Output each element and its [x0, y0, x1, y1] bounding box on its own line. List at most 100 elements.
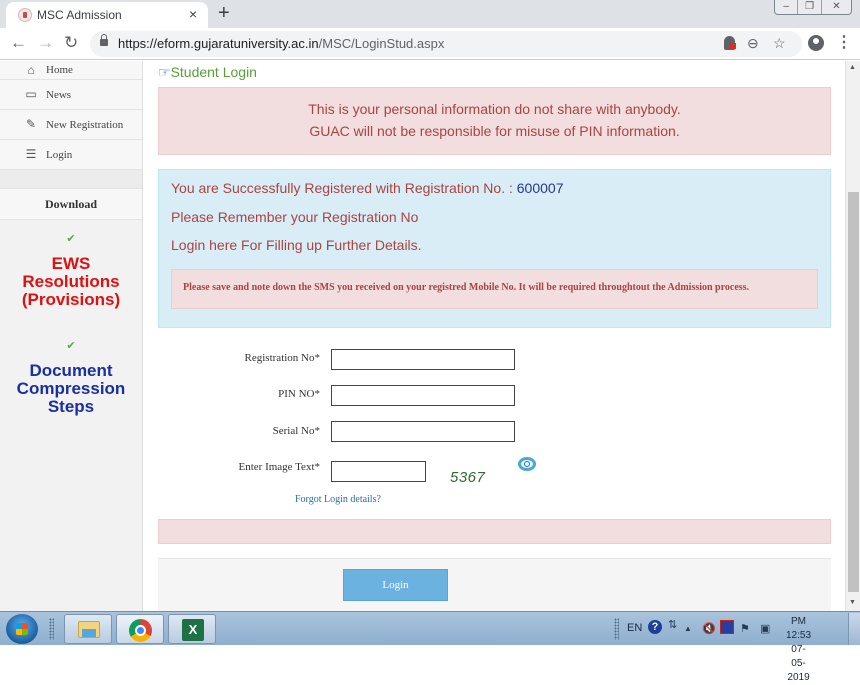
university-favicon-icon: [18, 8, 32, 22]
sidebar-item-label: Home: [46, 64, 73, 76]
show-desktop-button[interactable]: [848, 613, 860, 645]
page-title: ☞Student Login: [158, 64, 257, 81]
link-line: (Provisions): [21, 290, 121, 309]
sidebar-item-label: Login: [46, 148, 73, 161]
serial-no-input[interactable]: [331, 421, 515, 442]
minimize-button[interactable]: –: [775, 0, 799, 14]
page-viewport: ⌂ Home ▭ News ✎ New Registration ☰ Login…: [0, 61, 845, 611]
sidebar: ⌂ Home ▭ News ✎ New Registration ☰ Login…: [0, 61, 143, 611]
link-line: Resolutions: [22, 272, 120, 291]
back-button[interactable]: ←: [10, 34, 27, 52]
document-compression-link[interactable]: Document Compression Steps: [0, 362, 142, 416]
taskbar-chrome[interactable]: [116, 614, 164, 644]
home-icon: ⌂: [27, 62, 35, 77]
link-line: Steps: [47, 397, 95, 416]
page-scrollbar[interactable]: ▲ ▼: [845, 61, 860, 611]
close-window-button[interactable]: ✕: [822, 0, 851, 14]
zoom-icon[interactable]: ⊖: [747, 35, 759, 52]
url-path: /MSC/LoginStud.aspx: [318, 36, 445, 51]
chrome-icon: [129, 619, 152, 642]
success-line: You are Successfully Registered with Reg…: [171, 180, 818, 209]
url-host: https://eform.gujaratuniversity.ac.in: [118, 36, 319, 51]
sidebar-item-new-registration[interactable]: ✎ New Registration: [0, 110, 142, 140]
volume-muted-icon[interactable]: 🔇: [702, 622, 716, 635]
ews-resolutions-link[interactable]: EWS Resolutions (Provisions): [0, 255, 142, 309]
captcha-input[interactable]: [331, 461, 426, 482]
sidebar-item-label: News: [46, 88, 72, 101]
sms-note-alert: Please save and note down the SMS you re…: [171, 268, 818, 309]
sidebar-item-news[interactable]: ▭ News: [0, 80, 142, 110]
success-line: Login here For Filling up Further Detail…: [171, 237, 422, 253]
warning-line: This is your personal information do not…: [308, 101, 681, 117]
taskbar-grip: [49, 618, 54, 640]
url-input[interactable]: https://eform.gujaratuniversity.ac.in/MS…: [90, 31, 802, 57]
sidebar-item-login[interactable]: ☰ Login: [0, 140, 142, 170]
start-button[interactable]: [6, 614, 38, 644]
pointing-hand-icon: ☞: [158, 64, 171, 80]
blocked-content-icon[interactable]: [724, 36, 736, 50]
sidebar-item-home[interactable]: ⌂ Home: [0, 61, 142, 80]
pin-no-input[interactable]: [331, 385, 515, 406]
language-indicator[interactable]: EN: [627, 622, 642, 634]
monitor-icon: ▭: [25, 87, 37, 101]
taskbar-excel[interactable]: X: [168, 614, 216, 644]
form-footer: Login: [158, 558, 831, 611]
refresh-captcha-icon[interactable]: [518, 457, 536, 471]
sidebar-item-label: New Registration: [46, 118, 124, 131]
download-heading: Download: [0, 189, 142, 220]
list-icon: ☰: [25, 147, 37, 161]
bookmark-star-icon[interactable]: ☆: [773, 35, 786, 52]
taskbar-file-explorer[interactable]: [64, 614, 112, 644]
registration-success-alert: You are Successfully Registered with Reg…: [158, 169, 831, 328]
success-line-prefix: You are Successfully Registered with Reg…: [171, 180, 517, 196]
window-controls: – ❐ ✕: [774, 0, 852, 15]
check-icon: ✔: [66, 340, 76, 352]
success-line: Please Remember your Registration No: [171, 208, 419, 225]
page-title-text: Student Login: [170, 64, 257, 80]
clock-date: 07-05-2019: [787, 644, 810, 683]
address-bar: ← → ↻ https://eform.gujaratuniversity.ac…: [0, 28, 860, 60]
network-icon[interactable]: ⇅: [668, 618, 677, 631]
registration-no-input[interactable]: [331, 349, 515, 370]
forgot-login-link[interactable]: Forgot Login details?: [295, 494, 381, 505]
new-tab-button[interactable]: +: [218, 2, 230, 25]
tab-title: MSC Admission: [37, 8, 122, 22]
edit-icon: ✎: [25, 117, 37, 131]
app-tray-icon[interactable]: [720, 620, 734, 634]
reload-button[interactable]: ↻: [64, 34, 78, 52]
scroll-thumb[interactable]: [848, 192, 859, 592]
profile-avatar-icon[interactable]: [808, 35, 824, 51]
close-tab-icon[interactable]: ×: [189, 6, 197, 22]
login-button[interactable]: Login: [343, 569, 448, 601]
excel-icon: X: [182, 619, 204, 641]
action-center-flag-icon[interactable]: ⚑: [740, 622, 750, 635]
restore-button[interactable]: ❐: [798, 0, 822, 14]
help-icon[interactable]: ?: [648, 620, 662, 634]
check-icon: ✔: [66, 233, 76, 245]
scroll-down-arrow-icon[interactable]: ▼: [849, 599, 856, 606]
clock-time: PM 12:53: [786, 616, 812, 641]
browser-tab-bar: MSC Admission × + – ❐ ✕: [0, 0, 860, 28]
captcha-image: 5367: [450, 469, 486, 486]
windows-taskbar: X EN ? ⇅ ▲ 🔇 ⚑ ▣ PM 12:53 07-05-2019: [0, 611, 860, 683]
tray-grip: [614, 618, 619, 640]
url-text: https://eform.gujaratuniversity.ac.in/MS…: [118, 36, 444, 51]
link-line: Document: [29, 361, 113, 380]
warning-line: GUAC will not be responsible for misuse …: [309, 123, 680, 139]
registration-no-label: Registration No*: [244, 352, 320, 364]
folder-icon: [78, 621, 100, 638]
lock-icon[interactable]: [100, 34, 108, 46]
privacy-warning-alert: This is your personal information do not…: [158, 87, 831, 155]
show-hidden-icons[interactable]: ▲: [684, 624, 692, 633]
forward-button[interactable]: →: [37, 34, 54, 52]
clock[interactable]: PM 12:53 07-05-2019: [786, 615, 811, 685]
error-message-alert: [158, 519, 831, 544]
registration-number: 600007: [516, 180, 564, 196]
browser-menu-icon[interactable]: ⋮: [836, 32, 852, 52]
link-line: Compression: [16, 379, 126, 398]
scroll-up-arrow-icon[interactable]: ▲: [849, 64, 856, 71]
pin-no-label: PIN NO*: [278, 388, 320, 400]
browser-tab[interactable]: MSC Admission ×: [6, 2, 208, 28]
network-connection-icon[interactable]: ▣: [760, 622, 770, 635]
sidebar-divider: [0, 170, 142, 189]
